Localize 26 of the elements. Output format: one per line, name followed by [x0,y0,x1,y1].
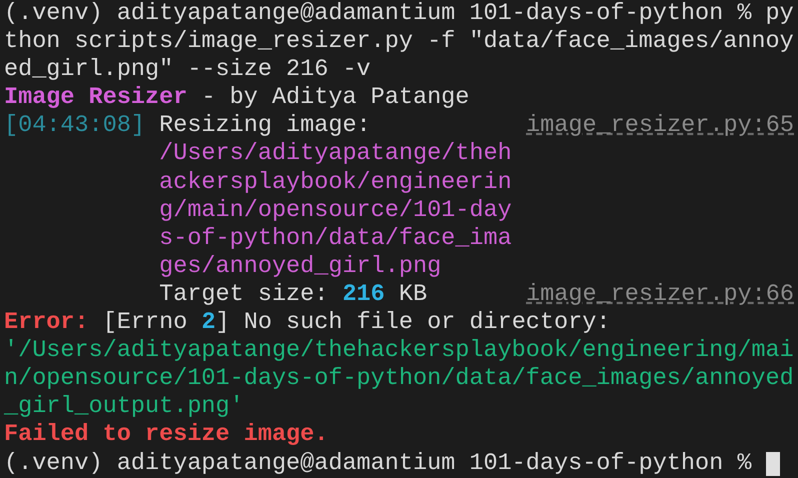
number-value: 216 [341,280,385,310]
output-text: Target size: [159,280,328,310]
output-text: (.venv) adityapatange@adamantium 101-days-of-python % [4,450,752,478]
number-value: 2 [200,309,216,338]
error-text: Failed to resize image. [4,421,328,450]
quoted-path: n/opensource/101-days-of-python/data/face_images/annoyed [4,365,794,394]
quoted-path: _girl_output.png' [4,393,244,422]
source-link[interactable]: image_resizer.py:66 [526,280,798,310]
output-text: (.venv) adityapatange@adamantium 101-days-of-python % py [4,0,794,28]
file-path: ackersplaybook/engineerin [159,168,512,197]
file-path: ges/annoyed_girl.png [159,252,442,281]
output-text: [Errno [102,309,188,338]
source-link[interactable]: image_resizer.py:65 [526,112,798,140]
file-path: g/main/opensource/101-day [159,196,512,225]
output-text: KB [398,280,428,310]
output-text: - by Aditya Patange [200,84,470,112]
output-text: ] No such file or directory: [216,309,610,338]
output-text: ed_girl.png" --size 216 -v [4,56,371,84]
error-text: Error: [4,309,89,338]
quoted-path: '/Users/adityapatange/thehackersplaybook/engineering/mai [4,337,794,366]
file-path: /Users/adityapatange/theh [159,140,512,169]
file-path: s-of-python/data/face_ima [159,224,512,253]
output-text: thon scripts/image_resizer.py -f "data/face_images/annoy [4,28,794,56]
output-text: Resizing image: [158,112,371,140]
app-title: Image Resizer [4,84,188,112]
timestamp: [04:43:08] [4,112,146,140]
